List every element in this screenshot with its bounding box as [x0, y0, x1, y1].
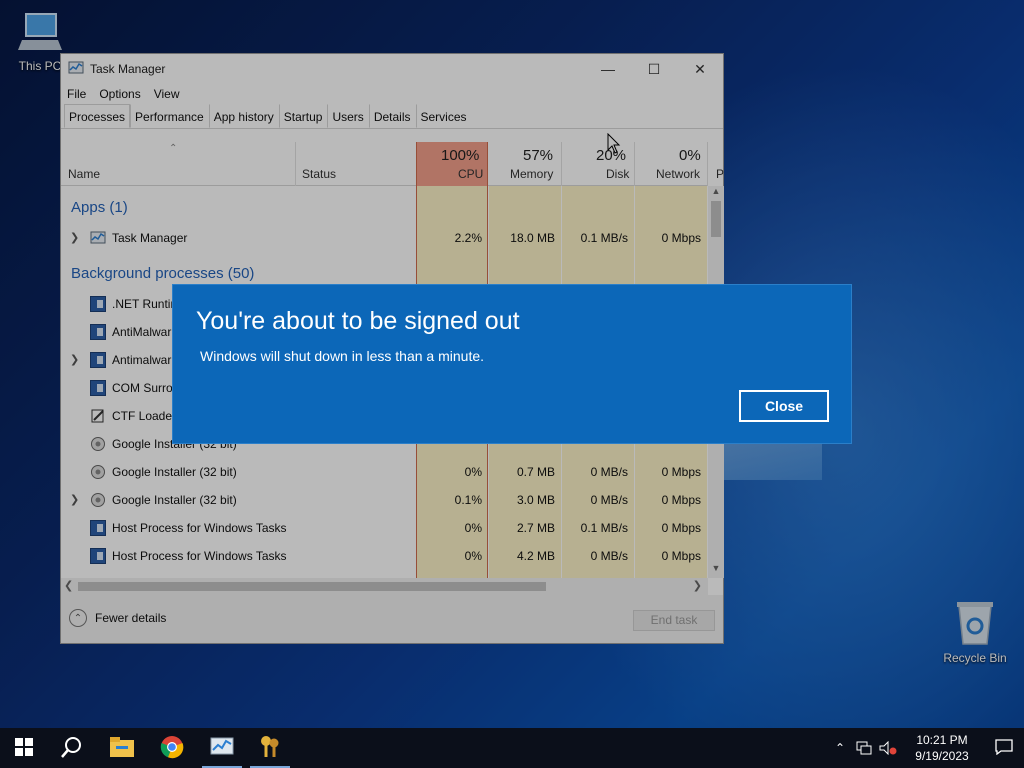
taskbar-keys-app[interactable]	[246, 728, 294, 768]
clock[interactable]: 10:21 PM 9/19/2023	[900, 732, 984, 764]
system-tray: ⌃ 10:21 PM 9/19/2023	[828, 728, 1024, 768]
taskbar: ⌃ 10:21 PM 9/19/2023	[0, 728, 1024, 768]
taskbar-task-manager[interactable]	[198, 728, 246, 768]
taskbar-chrome[interactable]	[148, 728, 196, 768]
search-icon	[61, 736, 83, 761]
chevron-up-icon[interactable]: ⌃	[828, 741, 852, 755]
taskbar-file-explorer[interactable]	[98, 728, 146, 768]
notification-icon	[995, 738, 1013, 758]
search-button[interactable]	[48, 728, 96, 768]
clock-date: 9/19/2023	[915, 749, 969, 763]
task-manager-icon	[210, 736, 234, 761]
close-button[interactable]: Close	[739, 390, 829, 422]
chrome-icon	[160, 735, 184, 762]
dialog-title: You're about to be signed out	[196, 307, 520, 335]
network-icon[interactable]	[852, 741, 876, 755]
keys-app-icon	[259, 735, 281, 762]
volume-muted-icon[interactable]	[876, 741, 900, 755]
dialog-message: Windows will shut down in less than a mi…	[200, 348, 485, 364]
file-explorer-icon	[110, 736, 134, 760]
sign-out-dialog: You're about to be signed out Windows wi…	[172, 284, 852, 444]
notification-center-button[interactable]	[984, 738, 1024, 758]
start-icon	[15, 737, 33, 759]
clock-time: 10:21 PM	[916, 733, 968, 747]
start-button[interactable]	[0, 728, 48, 768]
